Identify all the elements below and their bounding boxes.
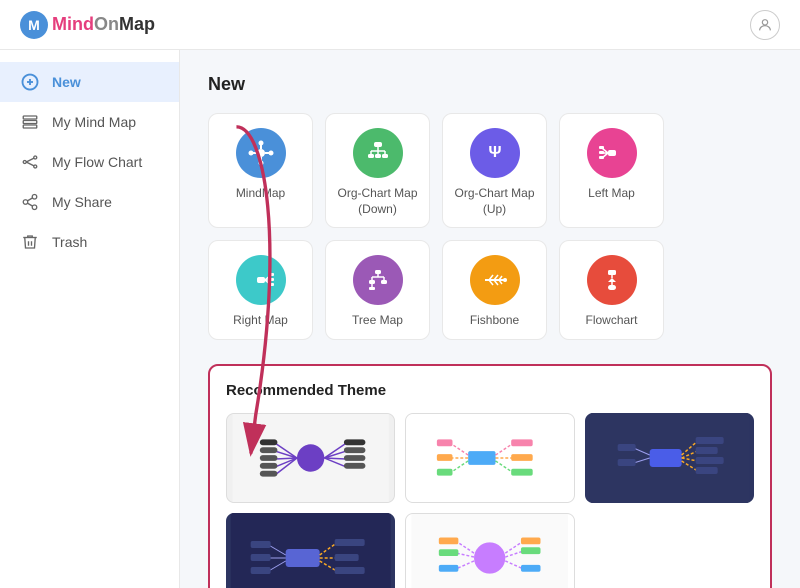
fishbone-icon xyxy=(470,255,520,305)
map-card-org-down[interactable]: Org-Chart Map(Down) xyxy=(325,113,430,228)
right-map-icon xyxy=(236,255,286,305)
sidebar: New My Mind Map My Flow Chart xyxy=(0,50,180,588)
user-icon[interactable] xyxy=(750,10,780,40)
share-icon xyxy=(20,192,40,212)
recommended-theme-section: Recommended Theme xyxy=(208,364,772,588)
logo-icon: M xyxy=(20,11,48,39)
sidebar-item-my-share[interactable]: My Share xyxy=(0,182,179,222)
theme-card-2[interactable] xyxy=(405,413,574,503)
flowchart-label: Flowchart xyxy=(585,313,637,329)
sidebar-item-mymindmap-label: My Mind Map xyxy=(52,114,136,130)
sidebar-item-my-flow-chart[interactable]: My Flow Chart xyxy=(0,142,179,182)
mindmap-icon xyxy=(236,128,286,178)
main-content: New MindMap xyxy=(180,50,800,588)
left-map-icon xyxy=(587,128,637,178)
tree-map-label: Tree Map xyxy=(352,313,403,329)
map-card-tree[interactable]: Tree Map xyxy=(325,240,430,340)
sidebar-item-new-label: New xyxy=(52,74,81,90)
trash-icon xyxy=(20,232,40,252)
fishbone-label: Fishbone xyxy=(470,313,519,329)
app-layout: New My Mind Map My Flow Chart xyxy=(0,50,800,588)
theme-card-4[interactable] xyxy=(226,513,395,588)
sidebar-item-new[interactable]: New xyxy=(0,62,179,102)
logo-text: MindOnMap xyxy=(52,14,155,35)
flowchart-icon xyxy=(587,255,637,305)
map-card-left[interactable]: Left Map xyxy=(559,113,664,228)
sidebar-item-trash-label: Trash xyxy=(52,234,87,250)
sidebar-item-share-label: My Share xyxy=(52,194,112,210)
theme-grid xyxy=(226,413,754,588)
map-card-org-up[interactable]: Ψ Org-Chart Map (Up) xyxy=(442,113,547,228)
org-up-icon: Ψ xyxy=(470,128,520,178)
theme-card-5[interactable] xyxy=(405,513,574,588)
sidebar-item-my-mind-map[interactable]: My Mind Map xyxy=(0,102,179,142)
right-map-label: Right Map xyxy=(233,313,288,329)
map-type-grid: MindMap Org-C xyxy=(208,113,772,340)
mindmap-label: MindMap xyxy=(236,186,285,202)
flowchart-nav-icon xyxy=(20,152,40,172)
map-card-flowchart[interactable]: Flowchart xyxy=(559,240,664,340)
sidebar-item-flowchart-label: My Flow Chart xyxy=(52,154,142,170)
recommended-title: Recommended Theme xyxy=(226,382,754,399)
svg-text:Ψ: Ψ xyxy=(488,144,501,161)
theme-card-1[interactable] xyxy=(226,413,395,503)
sidebar-item-trash[interactable]: Trash xyxy=(0,222,179,262)
layers-icon xyxy=(20,112,40,132)
left-map-label: Left Map xyxy=(588,186,635,202)
map-card-right[interactable]: Right Map xyxy=(208,240,313,340)
logo: M MindOnMap xyxy=(20,11,155,39)
header: M MindOnMap xyxy=(0,0,800,50)
theme-card-3[interactable] xyxy=(585,413,754,503)
plus-icon xyxy=(20,72,40,92)
map-card-fishbone[interactable]: Fishbone xyxy=(442,240,547,340)
new-section-title: New xyxy=(208,74,772,95)
tree-map-icon xyxy=(353,255,403,305)
map-card-mindmap[interactable]: MindMap xyxy=(208,113,313,228)
org-down-label: Org-Chart Map(Down) xyxy=(337,186,417,217)
org-up-label: Org-Chart Map (Up) xyxy=(451,186,538,217)
org-down-icon xyxy=(353,128,403,178)
